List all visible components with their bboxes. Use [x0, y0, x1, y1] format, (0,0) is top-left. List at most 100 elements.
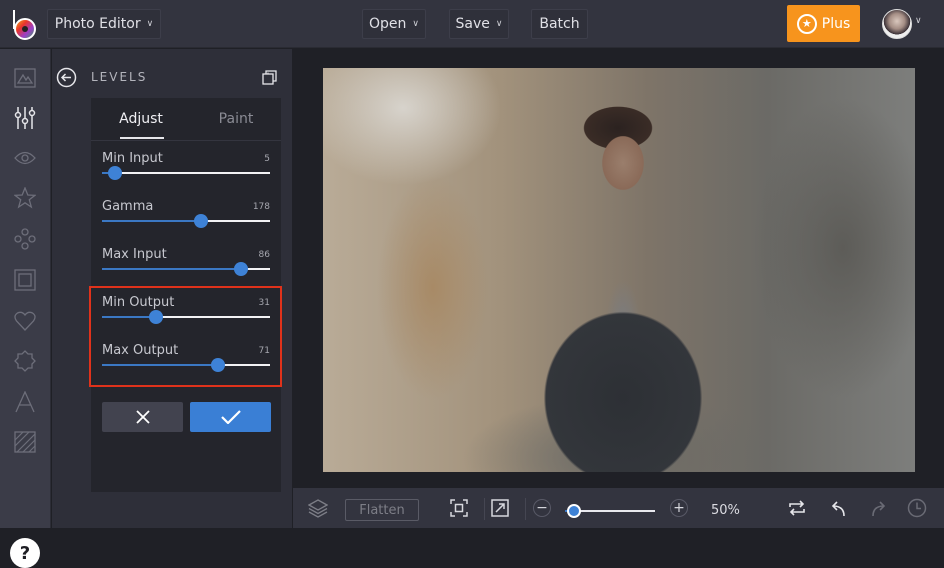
- frame-icon: [14, 269, 36, 291]
- slider-thumb[interactable]: [148, 310, 163, 324]
- slider-thumb[interactable]: [210, 358, 225, 372]
- fit-to-screen-button[interactable]: [448, 497, 470, 519]
- panel-title: LEVELS: [91, 70, 148, 84]
- hatched-square-icon: [14, 431, 36, 453]
- slider-track[interactable]: [102, 166, 270, 180]
- sidebar-item-textures[interactable]: [13, 430, 37, 454]
- slider-thumb[interactable]: [194, 214, 209, 228]
- image-icon: [14, 68, 36, 88]
- slider-fill: [102, 316, 156, 318]
- plus-upgrade-button[interactable]: ★ Plus: [787, 5, 860, 42]
- zoom-slider-track[interactable]: [565, 504, 655, 518]
- eye-icon: [14, 151, 36, 165]
- dots-cluster-icon: [14, 228, 36, 250]
- slider-track[interactable]: [102, 358, 270, 372]
- text-a-icon: [15, 391, 35, 413]
- sidebar-item-overlays[interactable]: [13, 349, 37, 373]
- slider-value: 31: [258, 298, 270, 308]
- top-bar: Photo Editor ∨ Open ∨ Save ∨ Batch ★ Plu…: [0, 0, 944, 48]
- sidebar-item-image[interactable]: [13, 66, 37, 90]
- tab-adjust-label: Adjust: [119, 111, 163, 127]
- plus-label: Plus: [821, 15, 851, 32]
- flatten-label: Flatten: [359, 502, 405, 518]
- expand-arrow-icon: [491, 499, 509, 517]
- photo-canvas[interactable]: [323, 68, 915, 472]
- sidebar-item-touchup[interactable]: [13, 227, 37, 251]
- user-avatar[interactable]: [882, 9, 912, 39]
- levels-card: Adjust Paint Min Input 5 Gamma 178 Max I…: [89, 98, 282, 492]
- redo-button[interactable]: [868, 497, 890, 519]
- close-icon: [135, 410, 150, 424]
- help-label: ?: [19, 542, 31, 564]
- layers-button[interactable]: [307, 497, 329, 519]
- batch-button[interactable]: Batch: [531, 9, 588, 39]
- slider-thumb[interactable]: [234, 262, 249, 276]
- save-menu-button[interactable]: Save ∨: [449, 9, 509, 39]
- slider-min-output: Min Output 31: [102, 295, 270, 339]
- slider-label: Min Input: [102, 151, 163, 166]
- slider-track[interactable]: [102, 214, 270, 228]
- zoom-level: 50%: [711, 503, 740, 518]
- batch-label: Batch: [539, 16, 580, 32]
- zoom-out-button[interactable]: −: [533, 499, 551, 517]
- actual-size-button[interactable]: [489, 497, 511, 519]
- bottom-toolbar: Flatten − + 50%: [293, 488, 944, 528]
- heart-icon: [14, 311, 36, 331]
- slider-label: Min Output: [102, 295, 175, 310]
- slider-track[interactable]: [102, 262, 270, 276]
- apply-button[interactable]: [190, 402, 271, 432]
- levels-panel: LEVELS Adjust Paint Min Input 5 Gamma 17…: [52, 49, 292, 528]
- undo-button[interactable]: [827, 497, 849, 519]
- slider-value: 178: [252, 202, 270, 212]
- chevron-down-icon: ∨: [495, 19, 503, 29]
- befunky-logo[interactable]: [11, 8, 39, 40]
- redo-icon: [872, 501, 886, 517]
- zoom-in-button[interactable]: +: [670, 499, 688, 517]
- slider-max-output: Max Output 71: [102, 343, 270, 387]
- minus-icon: −: [536, 500, 548, 516]
- sidebar-item-adjust[interactable]: [13, 106, 37, 130]
- slider-fill: [102, 364, 218, 366]
- chevron-down-icon[interactable]: ∨: [915, 16, 922, 26]
- slider-fill: [102, 268, 242, 270]
- layers-icon: [308, 499, 328, 518]
- photo-editor-menu[interactable]: Photo Editor ∨: [47, 9, 161, 39]
- star-badge-icon: ★: [796, 13, 817, 34]
- open-menu-button[interactable]: Open ∨: [362, 9, 426, 39]
- slider-min-input: Min Input 5: [102, 151, 270, 195]
- open-label: Open: [369, 16, 407, 32]
- sidebar-item-text[interactable]: [13, 390, 37, 414]
- sidebar-item-graphics[interactable]: [13, 309, 37, 333]
- separator: [484, 498, 485, 520]
- layers-copy-icon[interactable]: [262, 69, 278, 85]
- slider-label: Max Input: [102, 247, 167, 262]
- undo-icon: [831, 501, 845, 517]
- slider-label: Gamma: [102, 199, 154, 214]
- star-icon: [14, 187, 36, 209]
- separator: [525, 498, 526, 520]
- slider-max-input: Max Input 86: [102, 247, 270, 291]
- back-arrow-icon[interactable]: [56, 67, 77, 88]
- plus-icon: +: [673, 500, 685, 516]
- slider-track[interactable]: [102, 310, 270, 324]
- sidebar-item-favorites[interactable]: [13, 186, 37, 210]
- zoom-slider-thumb[interactable]: [567, 504, 581, 518]
- help-button[interactable]: ?: [10, 538, 40, 568]
- fit-screen-icon: [450, 499, 468, 517]
- slider-fill: [102, 220, 202, 222]
- slider-thumb[interactable]: [108, 166, 123, 180]
- tab-adjust[interactable]: Adjust: [91, 98, 191, 140]
- sidebar-item-effects[interactable]: [13, 146, 37, 170]
- compare-button[interactable]: [786, 497, 808, 519]
- slider-value: 71: [258, 346, 270, 356]
- save-label: Save: [455, 16, 490, 32]
- chevron-down-icon: ∨: [412, 19, 419, 29]
- history-button[interactable]: [906, 497, 928, 519]
- tab-paint[interactable]: Paint: [191, 98, 281, 140]
- slider-value: 86: [258, 250, 270, 260]
- badge-icon: [14, 350, 36, 372]
- cancel-button[interactable]: [102, 402, 183, 432]
- flatten-button[interactable]: Flatten: [345, 499, 419, 521]
- sidebar-item-frames[interactable]: [13, 268, 37, 292]
- swap-arrows-icon: [789, 500, 805, 516]
